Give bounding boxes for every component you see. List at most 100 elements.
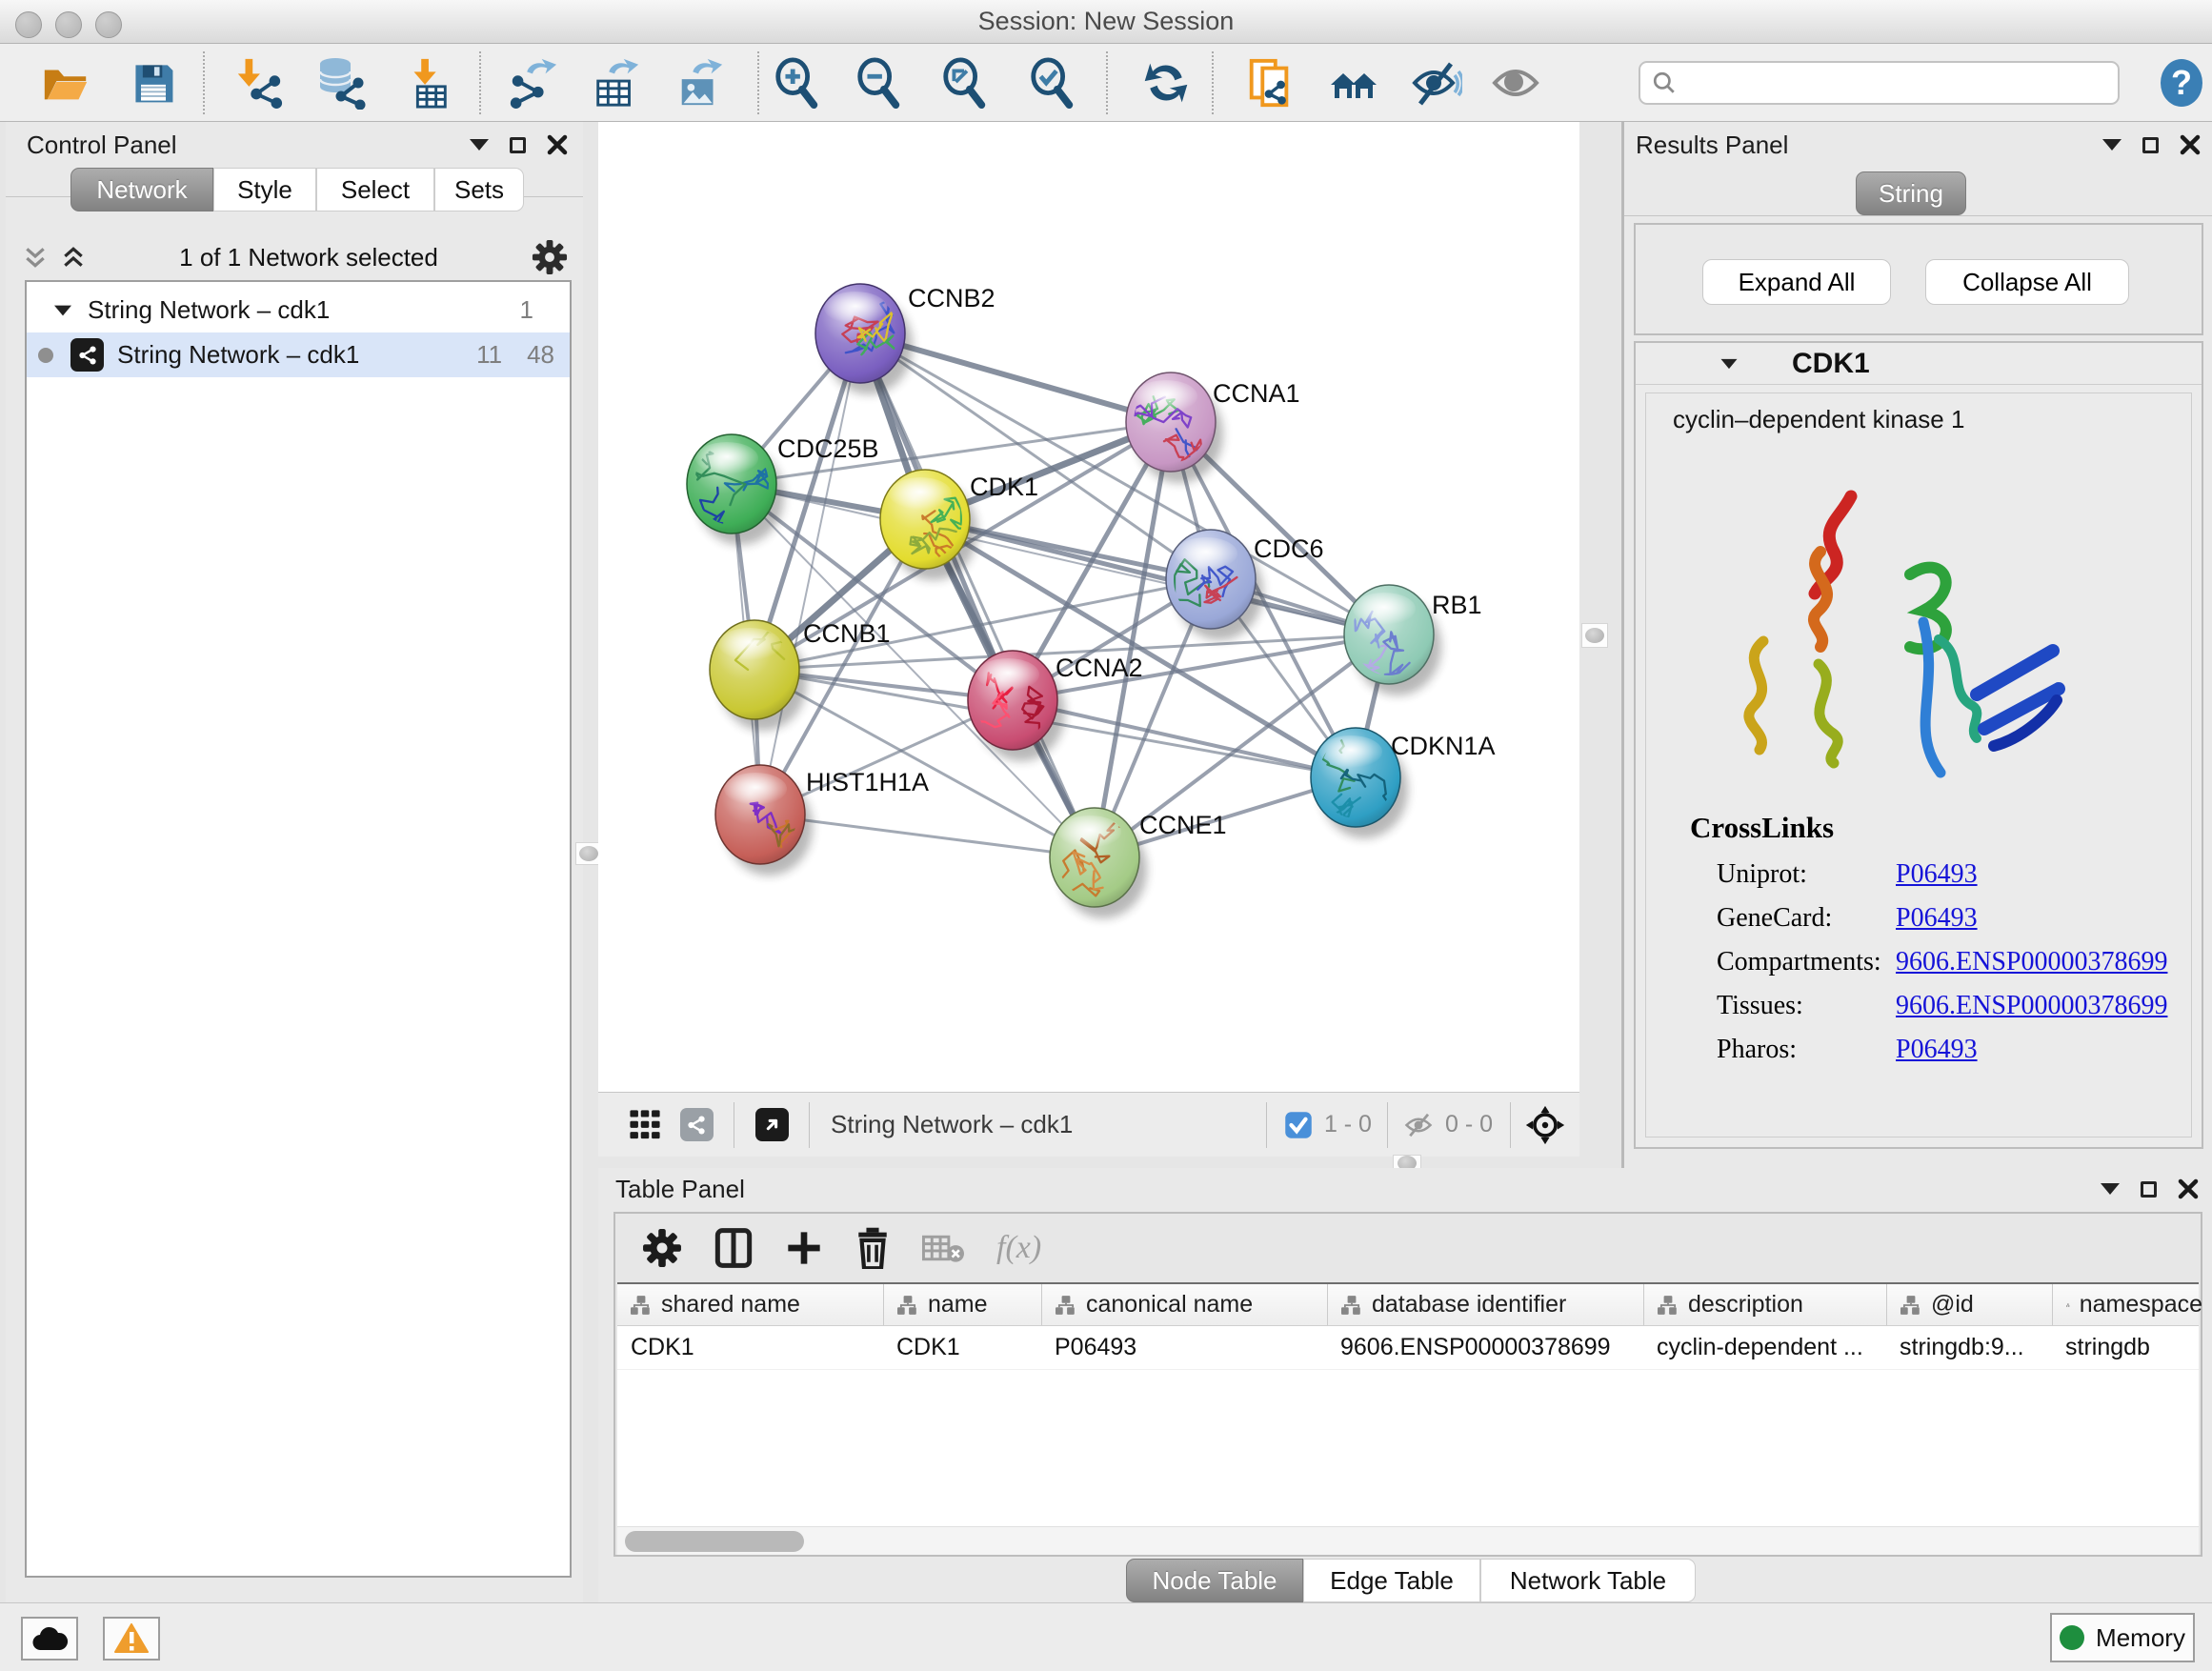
warning-status-button[interactable] [103, 1617, 160, 1661]
network-node-HIST1H1A[interactable]: HIST1H1A [715, 765, 929, 876]
results-tab-string[interactable]: String [1856, 171, 1966, 215]
results-panel-menu-icon[interactable] [2102, 139, 2122, 151]
column-header-canonical-name[interactable]: canonical name [1041, 1284, 1327, 1325]
control-tab-select[interactable]: Select [316, 168, 434, 211]
search-input[interactable] [1677, 70, 2118, 96]
column-header-shared-name[interactable]: shared name [617, 1284, 883, 1325]
first-neighbors-button[interactable] [1326, 55, 1381, 111]
crosslink-value-link[interactable]: 9606.ENSP00000378699 [1896, 991, 2167, 1021]
network-canvas[interactable]: CCNB2CCNA1CDC25BCDK1CDC6RB1CCNB1CCNA2CDK… [598, 122, 1579, 1092]
zoom-out-button[interactable] [852, 55, 907, 111]
import-network-from-database-button[interactable] [313, 55, 369, 111]
table-cell[interactable]: CDK1 [617, 1326, 883, 1369]
network-node-CCNB1[interactable]: CCNB1 [710, 619, 891, 731]
table-cell[interactable]: stringdb [2052, 1326, 2202, 1369]
entry-header-row[interactable]: CDK1 [1636, 343, 2202, 385]
table-row[interactable]: CDK1CDK1P064939606.ENSP00000378699cyclin… [617, 1326, 2199, 1370]
refresh-button[interactable] [1138, 55, 1194, 111]
table-panel-float-icon[interactable] [2141, 1181, 2157, 1198]
cloud-status-button[interactable] [21, 1617, 78, 1661]
hide-selected-button[interactable] [1408, 55, 1463, 111]
export-table-button[interactable] [589, 55, 644, 111]
table-panel-close-icon[interactable] [2178, 1178, 2199, 1199]
network-edge-CCNB2-HIST1H1A[interactable] [760, 333, 860, 815]
network-collection-row[interactable]: String Network – cdk1 1 [27, 288, 570, 332]
show-columns-icon[interactable] [714, 1227, 753, 1269]
collapse-all-icon[interactable] [23, 245, 48, 270]
column-header-namespace[interactable]: namespace [2052, 1284, 2202, 1325]
column-header-description[interactable]: description [1643, 1284, 1886, 1325]
birdseye-arrow-icon [755, 1108, 789, 1141]
add-column-icon[interactable] [785, 1229, 823, 1267]
crosslink-value-link[interactable]: P06493 [1896, 903, 1978, 934]
memory-button[interactable]: Memory [2050, 1613, 2195, 1662]
right-splitter-handle[interactable] [1581, 623, 1608, 648]
grid-view-button[interactable] [623, 1103, 667, 1147]
import-table-button[interactable] [399, 55, 454, 111]
control-tab-sets[interactable]: Sets [434, 168, 524, 211]
table-cell[interactable]: cyclin-dependent ... [1643, 1326, 1886, 1369]
help-button[interactable]: ? [2154, 55, 2209, 111]
fit-crosshair-icon[interactable] [1524, 1104, 1566, 1146]
table-cell[interactable]: P06493 [1041, 1326, 1327, 1369]
control-panel-close-icon[interactable] [547, 134, 568, 155]
results-panel-close-icon[interactable] [2180, 134, 2201, 155]
table-tab-network-table[interactable]: Network Table [1480, 1559, 1696, 1602]
column-header-database-identifier[interactable]: database identifier [1327, 1284, 1643, 1325]
table-cell[interactable]: CDK1 [883, 1326, 1041, 1369]
zoom-in-button[interactable] [770, 55, 825, 111]
export-image-button[interactable] [673, 55, 728, 111]
export-network-button[interactable] [505, 55, 560, 111]
zoom-fit-button[interactable] [937, 55, 993, 111]
table-tab-node-table[interactable]: Node Table [1126, 1559, 1303, 1602]
birdseye-view-button[interactable] [750, 1103, 794, 1147]
crosslink-value-link[interactable]: 9606.ENSP00000378699 [1896, 947, 2167, 977]
hidden-eye-icon[interactable] [1401, 1111, 1436, 1139]
selected-checkbox-icon[interactable] [1284, 1111, 1313, 1139]
clone-network-button[interactable] [1242, 55, 1297, 111]
save-session-button[interactable] [126, 55, 181, 111]
column-header-name[interactable]: name [883, 1284, 1041, 1325]
network-node-CDC25B[interactable]: CDC25B [687, 434, 879, 545]
collection-label: String Network – cdk1 [88, 295, 330, 325]
network-options-gear-icon[interactable] [532, 239, 568, 275]
zoom-window-button[interactable] [95, 11, 122, 38]
control-panel-float-icon[interactable] [510, 137, 526, 153]
control-tab-style[interactable]: Style [213, 168, 316, 211]
import-network-button[interactable] [231, 55, 286, 111]
search-field[interactable] [1639, 61, 2120, 105]
zoom-selected-button[interactable] [1025, 55, 1080, 111]
open-session-button[interactable] [38, 55, 93, 111]
table-cell[interactable]: 9606.ENSP00000378699 [1327, 1326, 1643, 1369]
close-window-button[interactable] [15, 11, 42, 38]
crosslink-label: Uniprot: [1717, 859, 1896, 890]
delete-column-icon[interactable] [855, 1227, 890, 1269]
table-tab-edge-table[interactable]: Edge Table [1303, 1559, 1480, 1602]
expand-all-button[interactable]: Expand All [1702, 259, 1891, 305]
scrollbar-thumb[interactable] [625, 1531, 804, 1552]
tree-expander-icon[interactable] [54, 305, 71, 315]
table-horizontal-scrollbar[interactable] [617, 1526, 2199, 1555]
minimize-window-button[interactable] [55, 11, 82, 38]
expand-all-icon[interactable] [61, 245, 86, 270]
network-row[interactable]: String Network – cdk1 11 48 [27, 332, 570, 377]
table-panel-menu-icon[interactable] [2101, 1183, 2120, 1195]
network-node-CCNB2[interactable]: CCNB2 [815, 284, 995, 394]
network-node-CCNA1[interactable]: CCNA1 [1126, 372, 1300, 483]
network-node-CDK1[interactable]: CDK1 [880, 470, 1038, 580]
table-cell[interactable]: stringdb:9... [1886, 1326, 2052, 1369]
control-tab-network[interactable]: Network [70, 168, 213, 211]
network-node-count: 11 [476, 340, 502, 370]
crosslink-value-link[interactable]: P06493 [1896, 859, 1978, 890]
network-node-CDKN1A[interactable]: CDKN1A [1311, 728, 1496, 838]
network-share-button[interactable] [674, 1103, 718, 1147]
column-header--id[interactable]: @id [1886, 1284, 2052, 1325]
control-panel-menu-icon[interactable] [470, 139, 489, 151]
table-settings-gear-icon[interactable] [642, 1228, 682, 1268]
entry-expander-icon[interactable] [1721, 358, 1738, 368]
results-panel-float-icon[interactable] [2142, 137, 2159, 153]
show-all-button[interactable] [1488, 55, 1543, 111]
collapse-all-button[interactable]: Collapse All [1925, 259, 2129, 305]
network-node-RB1[interactable]: RB1 [1344, 585, 1482, 695]
crosslink-value-link[interactable]: P06493 [1896, 1035, 1978, 1065]
